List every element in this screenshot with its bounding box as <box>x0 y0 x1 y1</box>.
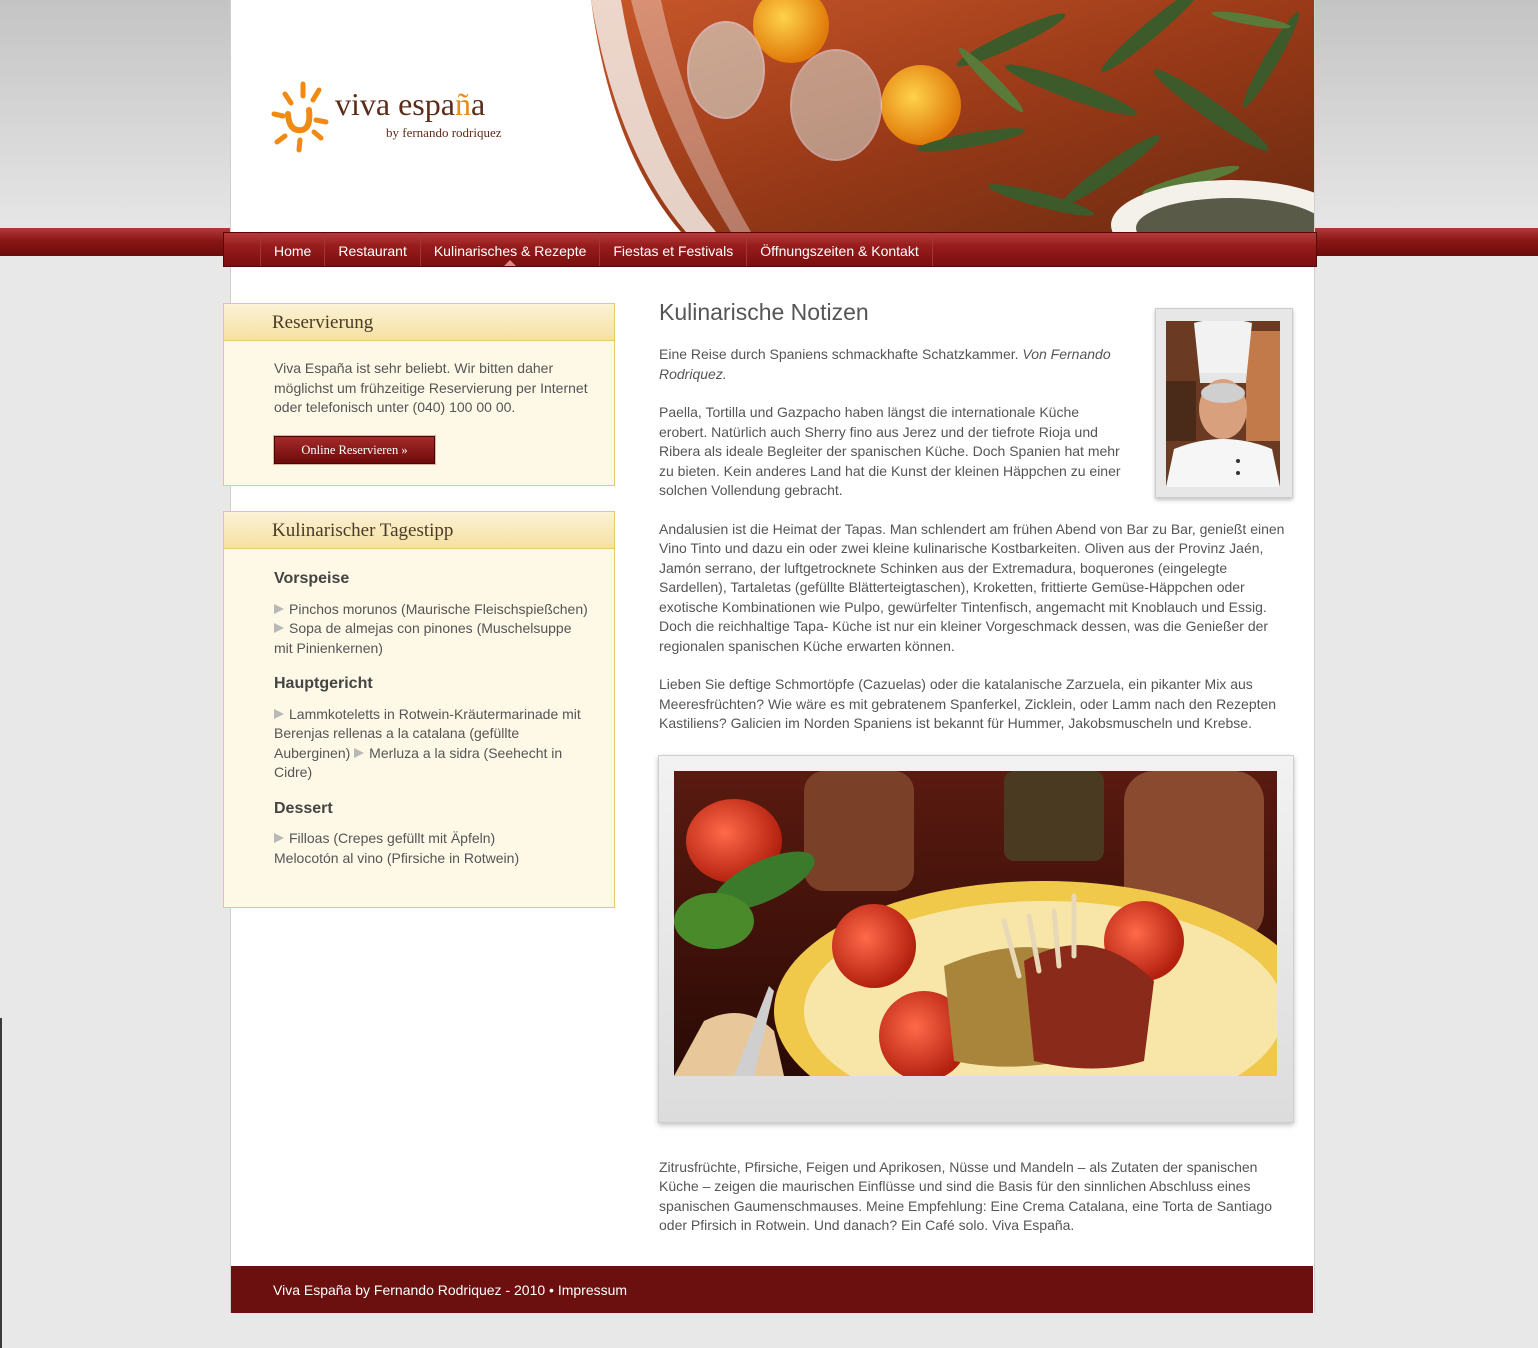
arrow-bullet-icon <box>274 708 284 719</box>
article-paragraph-2: Andalusien ist die Heimat der Tapas. Man… <box>659 520 1285 654</box>
nav-item-fiestas[interactable]: Fiestas et Festivals <box>599 233 746 266</box>
dessert-heading: Dessert <box>274 799 333 817</box>
reservation-box: Reservierung Viva España ist sehr belieb… <box>223 303 615 486</box>
article-intro: Eine Reise durch Spaniens schmackhafte S… <box>659 346 1111 382</box>
impressum-link[interactable]: Impressum <box>558 1282 627 1298</box>
window-edge <box>0 1018 2 1348</box>
lamb-dish-image <box>674 771 1277 1076</box>
header-hero-image <box>591 0 1314 232</box>
main-course-list: Lammkoteletts in Rotwein-Kräutermarinade… <box>274 705 594 783</box>
logo-byline: by fernando rodriquez <box>386 125 502 140</box>
list-item: Pinchos morunos (Maurische Fleischspießc… <box>274 600 594 620</box>
nav-item-kontakt[interactable]: Öffnungszeiten & Kontakt <box>746 233 933 266</box>
arrow-bullet-icon <box>274 623 284 633</box>
chef-portrait-image <box>1166 321 1280 487</box>
arrow-bullet-icon <box>354 747 365 758</box>
nav-item-home[interactable]: Home <box>260 233 324 266</box>
article-paragraph-3: Lieben Sie deftige Schmortöpfe (Cazuelas… <box>659 676 1277 731</box>
list-item: Sopa de almejas con pinones (Muschelsupp… <box>274 620 572 656</box>
nav-item-restaurant[interactable]: Restaurant <box>324 233 419 266</box>
list-item: Melocotón al vino (Pfirsiche in Rotwein) <box>274 849 520 866</box>
article-paragraph-4: Zitrusfrüchte, Pfirsiche, Feigen und Apr… <box>659 1158 1272 1234</box>
arrow-bullet-icon <box>274 603 284 614</box>
daily-tip-title: Kulinarischer Tagestipp <box>224 512 614 549</box>
nav-item-kulinarisches[interactable]: Kulinarisches & Rezepte <box>419 233 600 266</box>
footer-text: Viva España by Fernando Rodriquez - 2010… <box>273 1282 554 1298</box>
main-nav: Home Restaurant Kulinarisches & Rezepte … <box>223 232 1317 267</box>
dessert-list: Filloas (Crepes gefüllt mit Äpfeln) Melo… <box>274 829 594 868</box>
online-reservation-button[interactable]: Online Reservieren » <box>274 435 435 464</box>
chef-photo <box>1155 308 1293 498</box>
main-course-heading: Hauptgericht <box>274 675 373 692</box>
footer: Viva España by Fernando Rodriquez - 2010… <box>231 1266 1313 1313</box>
arrow-bullet-icon <box>274 833 284 843</box>
logo[interactable]: viva españa by fernando rodriquez <box>271 80 511 155</box>
list-item: Filloas (Crepes gefüllt mit Äpfeln) <box>274 829 594 849</box>
sun-icon <box>271 81 329 153</box>
article-paragraph-1: Paella, Tortilla und Gazpacho haben läng… <box>659 404 1121 498</box>
header: viva españa by fernando rodriquez <box>231 0 1314 232</box>
daily-tip-box: Kulinarischer Tagestipp Vorspeise Pincho… <box>223 511 615 908</box>
logo-wordmark: viva españa <box>335 86 486 122</box>
reservation-text: Viva España ist sehr beliebt. Wir bitten… <box>274 360 588 415</box>
reservation-title: Reservierung <box>224 304 614 341</box>
starter-list: Pinchos morunos (Maurische Fleischspießc… <box>274 600 594 659</box>
starter-heading: Vorspeise <box>274 570 350 587</box>
food-photo <box>658 755 1294 1123</box>
